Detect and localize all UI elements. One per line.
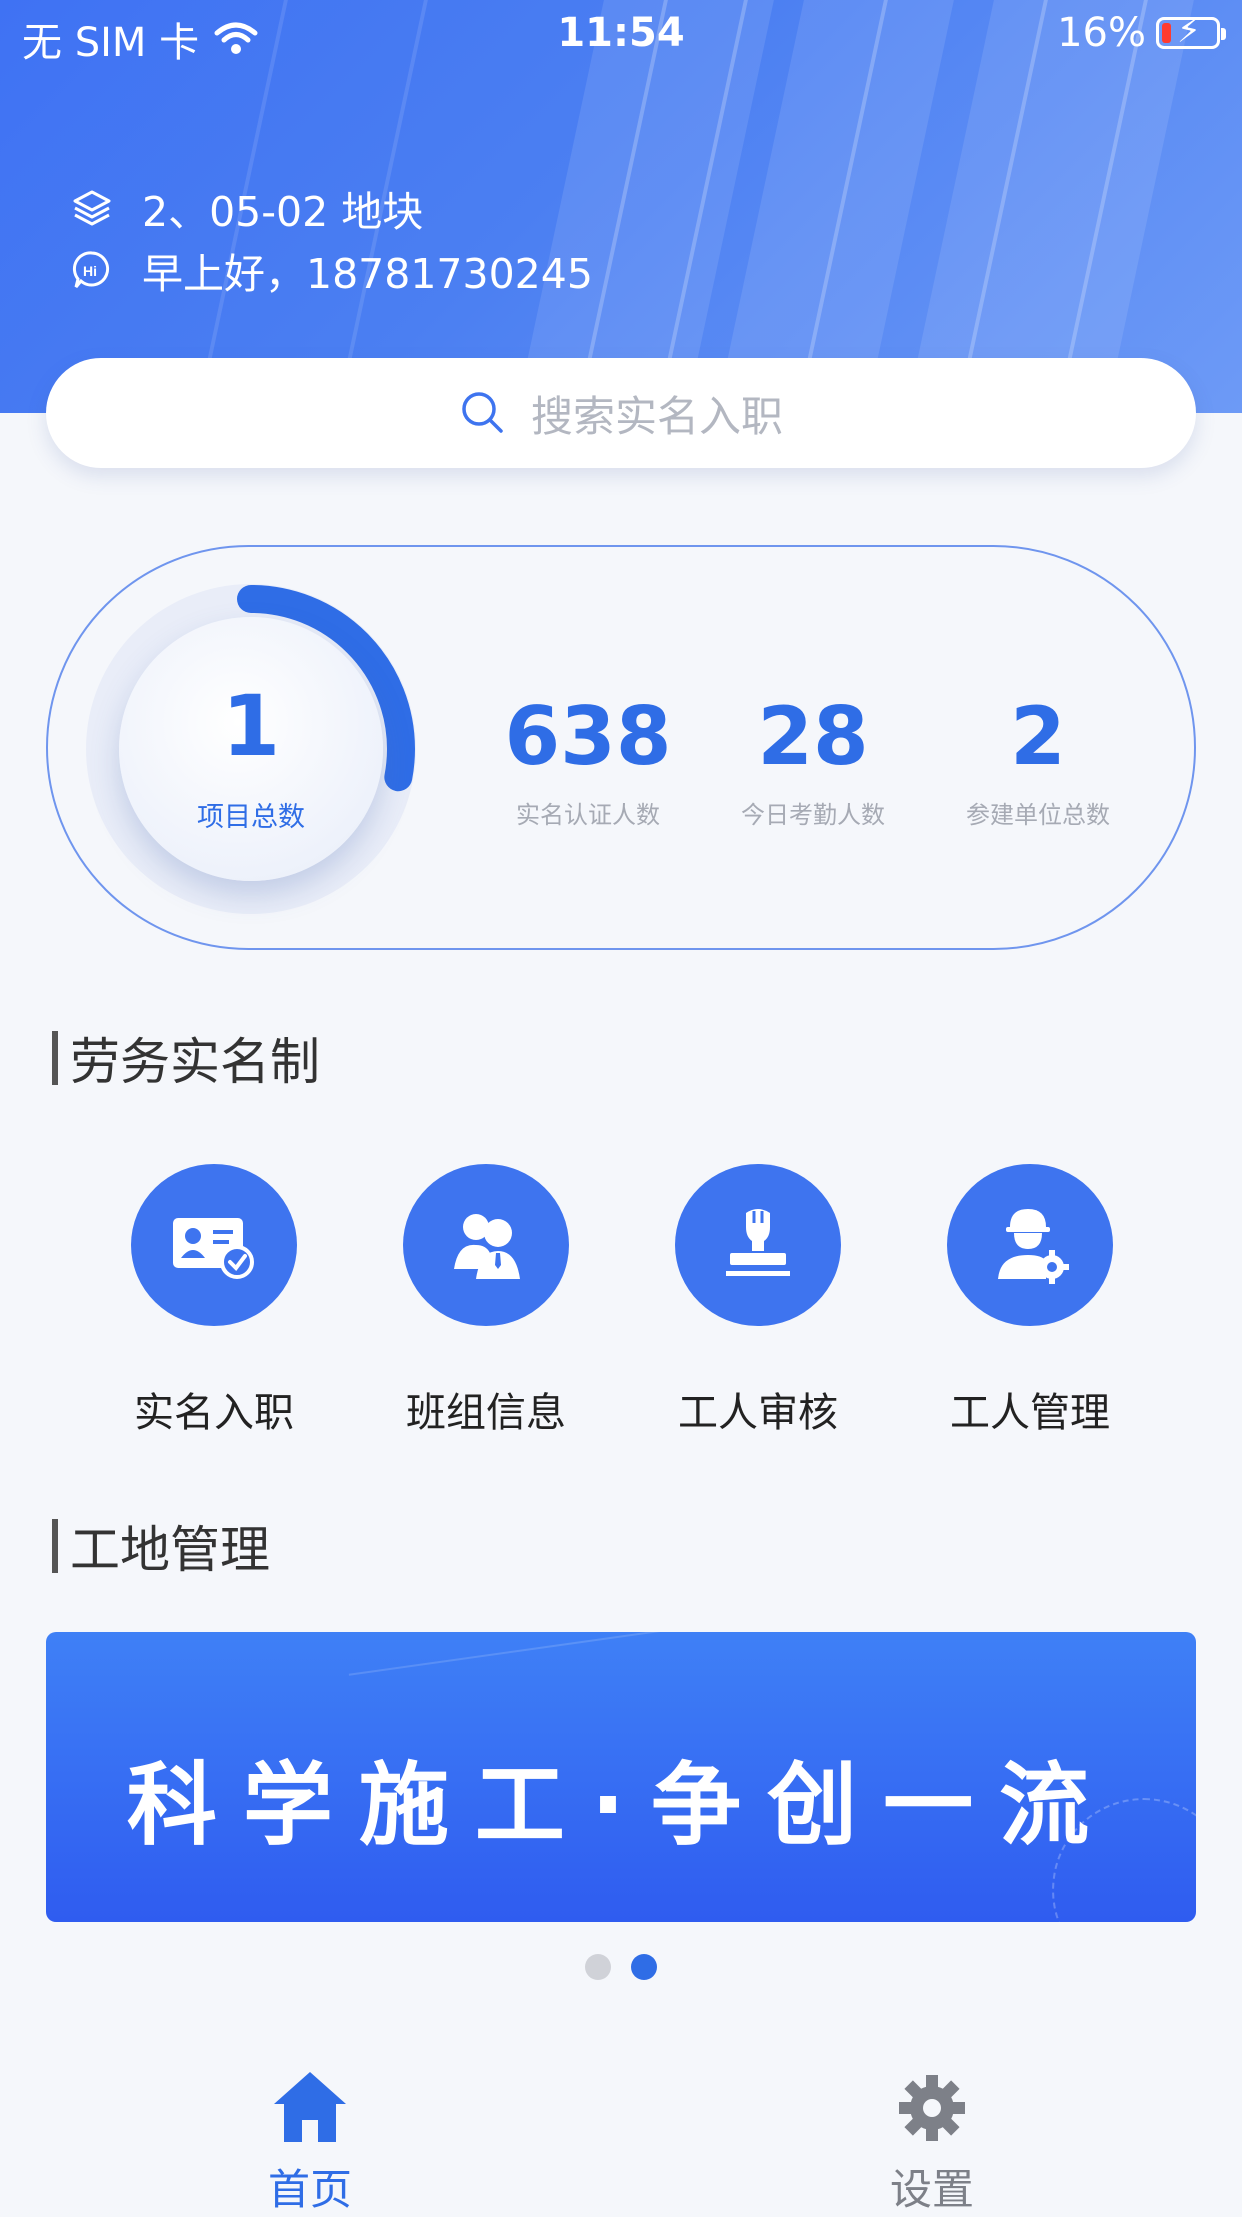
layers-icon xyxy=(73,190,111,226)
section-title-labor: 劳务实名制 xyxy=(52,1022,320,1094)
search-bar[interactable]: 搜索实名入职 xyxy=(46,358,1196,468)
stamp-icon xyxy=(675,1164,841,1326)
battery-percent: 16% xyxy=(1057,10,1146,56)
hi-chat-icon: Hi xyxy=(72,251,110,288)
worker-gear-icon xyxy=(947,1164,1113,1326)
battery-icon: ⚡ xyxy=(1156,14,1226,49)
stat-units[interactable]: 2 参建单位总数 xyxy=(928,697,1148,830)
project-ring[interactable]: 1 项目总数 xyxy=(66,564,436,934)
stat-verified[interactable]: 638 实名认证人数 xyxy=(478,697,698,830)
banner-decoration xyxy=(348,1632,944,1676)
search-placeholder: 搜索实名入职 xyxy=(530,391,783,441)
search-icon xyxy=(462,392,503,433)
banner-text: 科学施工·争创一流 xyxy=(126,1753,1116,1858)
tab-bar: 首页 设置 xyxy=(0,2040,1242,2214)
section-title-text: 劳务实名制 xyxy=(70,1033,320,1091)
menu-item-label: 工人管理 xyxy=(950,1390,1110,1436)
tab-settings[interactable]: 设置 xyxy=(812,2064,1052,2217)
stat-value: 28 xyxy=(757,690,869,783)
menu-item-worker-review[interactable]: 工人审核 xyxy=(628,1164,888,1438)
stat-label: 今日考勤人数 xyxy=(741,801,885,829)
tab-home[interactable]: 首页 xyxy=(190,2064,430,2217)
section-bar xyxy=(52,1519,58,1573)
section-title-site: 工地管理 xyxy=(52,1510,270,1582)
stat-attendance[interactable]: 28 今日考勤人数 xyxy=(703,697,923,830)
section-title-text: 工地管理 xyxy=(70,1521,270,1579)
carousel-dot-active[interactable] xyxy=(631,1954,657,1980)
ring-center: 1 项目总数 xyxy=(119,617,383,881)
status-right: 16% ⚡ xyxy=(1057,10,1226,56)
settings-gear-icon xyxy=(899,2075,965,2141)
group-users-icon xyxy=(403,1164,569,1326)
menu-item-worker-manage[interactable]: 工人管理 xyxy=(900,1164,1160,1438)
menu-item-team-info[interactable]: 班组信息 xyxy=(356,1164,616,1438)
carousel-dot[interactable] xyxy=(585,1954,611,1980)
stat-label: 实名认证人数 xyxy=(516,801,660,829)
stats-card: 1 项目总数 638 实名认证人数 28 今日考勤人数 2 参建单位总数 xyxy=(46,545,1196,950)
menu-item-label: 班组信息 xyxy=(406,1390,566,1436)
status-bar: 无 SIM 卡 11:54 16% ⚡ xyxy=(0,0,1242,66)
id-card-check-icon xyxy=(131,1164,297,1326)
site-selector[interactable]: 2、05-02 地块 xyxy=(72,178,423,238)
carousel-indicator xyxy=(0,1954,1242,1980)
menu-item-label: 实名入职 xyxy=(134,1390,294,1436)
svg-text:Hi: Hi xyxy=(83,263,97,279)
project-total-value: 1 xyxy=(221,677,281,775)
stat-value: 638 xyxy=(504,690,672,783)
stat-value: 2 xyxy=(1010,690,1066,783)
stat-label: 参建单位总数 xyxy=(966,801,1110,829)
menu-item-realname-onboard[interactable]: 实名入职 xyxy=(84,1164,344,1438)
promo-banner[interactable]: 科学施工·争创一流 xyxy=(46,1632,1196,1922)
greeting-text: 早上好，18781730245 xyxy=(142,250,593,298)
menu-item-label: 工人审核 xyxy=(678,1390,838,1436)
section-bar xyxy=(52,1031,58,1085)
home-icon xyxy=(274,2072,346,2142)
site-name: 2、05-02 地块 xyxy=(142,188,424,236)
project-total-label: 项目总数 xyxy=(197,802,305,833)
clock: 11:54 xyxy=(557,10,685,56)
greeting: Hi 早上好，18781730245 xyxy=(72,240,593,300)
